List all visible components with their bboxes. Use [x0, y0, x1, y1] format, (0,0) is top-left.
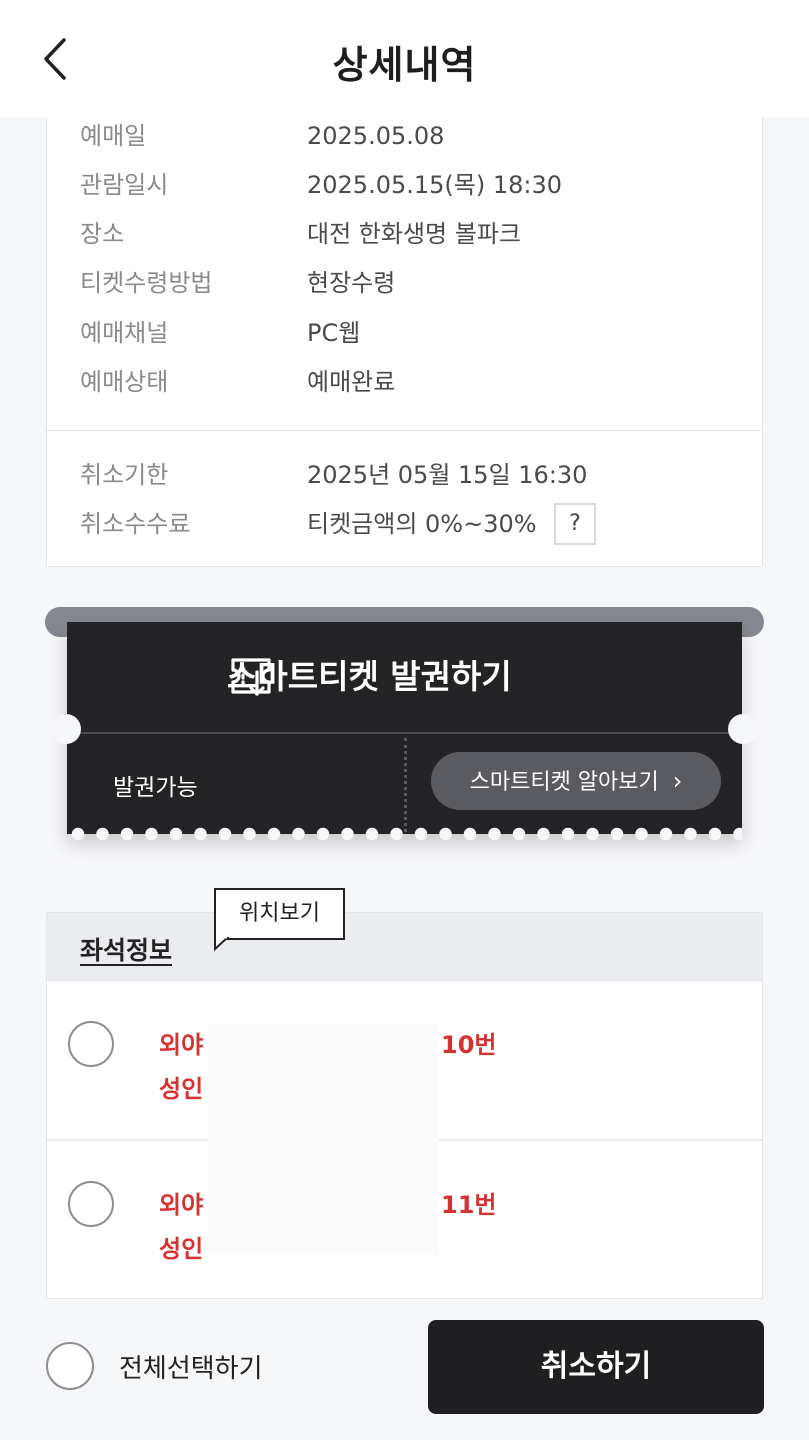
- seat-select-radio[interactable]: [68, 1021, 114, 1067]
- seat-info-title: 좌석정보: [80, 936, 173, 965]
- seat-number: 10번: [441, 1031, 497, 1059]
- detail-value: 2025.05.08: [307, 122, 445, 150]
- redaction-block: [208, 1024, 439, 1255]
- seat-ticket-type: 성인: [159, 1235, 204, 1263]
- seat-info-header: 좌석정보: [46, 912, 763, 980]
- view-location-tooltip[interactable]: 위치보기: [214, 888, 345, 940]
- seat-number: 11번: [441, 1191, 497, 1219]
- detail-value: 대전 한화생명 볼파크: [307, 220, 521, 248]
- detail-label: 관람일시: [80, 171, 169, 199]
- select-all-radio[interactable]: [46, 1342, 94, 1390]
- booking-info-card: 예매일 2025.05.08 관람일시 2025.05.15(목) 18:30 …: [46, 112, 763, 567]
- detail-value: 티켓금액의 0%~30%: [307, 510, 537, 538]
- ticket-scalloped-edge: [67, 827, 742, 841]
- ticket-notch-right: [728, 714, 758, 744]
- chevron-right-icon: ›: [672, 767, 683, 795]
- detail-value: 2025년 05월 15일 16:30: [307, 461, 588, 489]
- seat-section-text: 외야: [159, 1191, 204, 1219]
- seat-ticket-type: 성인: [159, 1075, 204, 1103]
- top-header: 상세내역: [0, 0, 809, 117]
- detail-label: 티켓수령방법: [80, 269, 213, 297]
- detail-value: PC웹: [307, 319, 361, 347]
- ticket-notch-left: [51, 714, 81, 744]
- issue-status-text: 발권가능: [113, 775, 198, 801]
- detail-label: 예매채널: [80, 319, 169, 347]
- detail-value: 현장수령: [307, 269, 396, 297]
- learn-more-label: 스마트티켓 알아보기: [469, 770, 659, 795]
- smart-ticket-card: 스마트티켓 발권하기 발권가능 스마트티켓 알아보기 ›: [51, 622, 758, 841]
- smart-ticket-title: 스마트티켓 발권하기: [227, 657, 512, 696]
- smart-ticket-issue-button[interactable]: 스마트티켓 발권하기: [67, 622, 742, 734]
- detail-label: 취소기한: [80, 461, 169, 489]
- detail-label: 장소: [80, 220, 125, 248]
- select-all-label[interactable]: 전체선택하기: [119, 1348, 263, 1385]
- seat-section-text: 외야: [159, 1031, 204, 1059]
- page-title: 상세내역: [332, 43, 477, 87]
- tooltip-tail: [214, 937, 230, 951]
- cancel-button[interactable]: 취소하기: [428, 1320, 764, 1414]
- cancel-fee-help-button[interactable]: ?: [554, 503, 596, 545]
- ticket-perforation: [404, 738, 407, 832]
- detail-label: 예매일: [80, 122, 147, 150]
- seat-select-radio[interactable]: [68, 1181, 114, 1227]
- divider: [47, 430, 762, 431]
- detail-value: 2025.05.15(목) 18:30: [307, 171, 563, 199]
- detail-label: 취소수수료: [80, 510, 191, 538]
- detail-value: 예매완료: [307, 368, 396, 396]
- detail-label: 예매상태: [80, 368, 169, 396]
- smart-ticket-learn-more-button[interactable]: 스마트티켓 알아보기 ›: [431, 752, 721, 810]
